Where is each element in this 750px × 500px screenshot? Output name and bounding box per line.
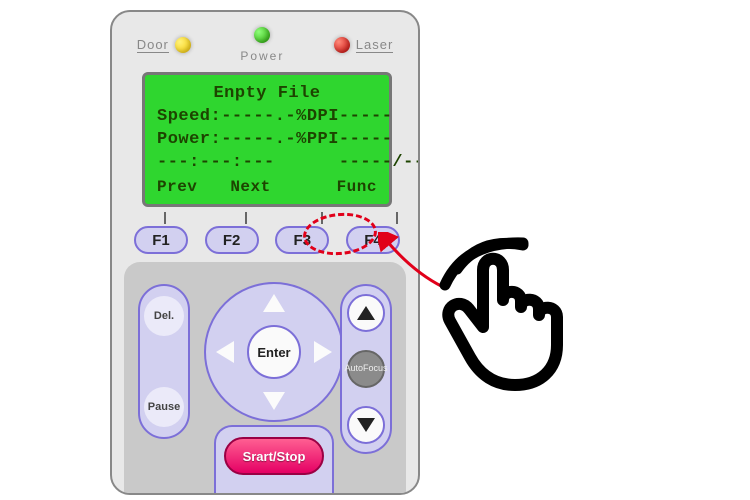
triangle-up-icon — [263, 294, 285, 312]
led-door-label: Door — [137, 37, 169, 53]
auto-focus-button[interactable]: AutoFocus — [347, 350, 385, 388]
control-panel: Door Power Laser Enpty File Speed:-----.… — [110, 10, 420, 495]
f2-button[interactable]: F2 — [205, 226, 259, 254]
lcd-func: Func — [337, 177, 377, 199]
led-power-label: Power — [240, 49, 284, 63]
triangle-right-icon — [314, 341, 332, 363]
pointing-hand-icon — [425, 225, 595, 395]
dpad-up-button[interactable] — [263, 294, 285, 312]
z-up-button[interactable] — [347, 294, 385, 332]
fkey-stubs — [142, 212, 392, 224]
dpad-right-button[interactable] — [314, 341, 332, 363]
pause-button[interactable]: Pause — [144, 387, 184, 427]
fkey-row: F1 F2 F3 F4 — [134, 226, 400, 254]
led-laser-label: Laser — [356, 37, 394, 53]
f4-button[interactable]: F4 — [346, 226, 400, 254]
led-laser-group: Laser — [334, 37, 394, 53]
triangle-up-icon — [357, 306, 375, 320]
dpad-left-button[interactable] — [216, 341, 234, 363]
door-led-icon — [175, 37, 191, 53]
f1-button[interactable]: F1 — [134, 226, 188, 254]
dpad-down-button[interactable] — [263, 392, 285, 410]
z-down-button[interactable] — [347, 406, 385, 444]
autofocus-label-1: Auto — [344, 364, 363, 373]
lcd-title: Enpty File — [157, 83, 377, 106]
lcd-next: Next — [230, 177, 270, 199]
autofocus-label-2: Focus — [363, 364, 388, 373]
lcd-prev: Prev — [157, 177, 197, 199]
delete-button[interactable]: Del. — [144, 296, 184, 336]
triangle-down-icon — [357, 418, 375, 432]
lcd-screen: Enpty File Speed:-----.-%DPI----- Power:… — [142, 72, 392, 207]
power-led-icon — [254, 27, 270, 43]
dpad: Enter — [204, 282, 344, 422]
start-stop-housing: Srart/Stop — [214, 425, 334, 495]
led-door-group: Door — [137, 37, 191, 53]
f3-button[interactable]: F3 — [275, 226, 329, 254]
lcd-power-line: Power:-----.-%PPI----- — [157, 129, 377, 152]
triangle-left-icon — [216, 341, 234, 363]
start-stop-button[interactable]: Srart/Stop — [224, 437, 324, 475]
lcd-time-line: ---:---:--- -----/----- — [157, 152, 377, 175]
led-row: Door Power Laser — [112, 27, 418, 63]
lcd-softkey-labels: Prev Next Func — [157, 177, 377, 199]
right-pill: AutoFocus — [340, 284, 392, 454]
triangle-down-icon — [263, 392, 285, 410]
laser-led-icon — [334, 37, 350, 53]
led-power-group: Power — [240, 27, 284, 63]
left-pill: Del. Pause — [138, 284, 190, 439]
enter-button[interactable]: Enter — [247, 325, 301, 379]
lcd-speed-line: Speed:-----.-%DPI----- — [157, 106, 377, 129]
